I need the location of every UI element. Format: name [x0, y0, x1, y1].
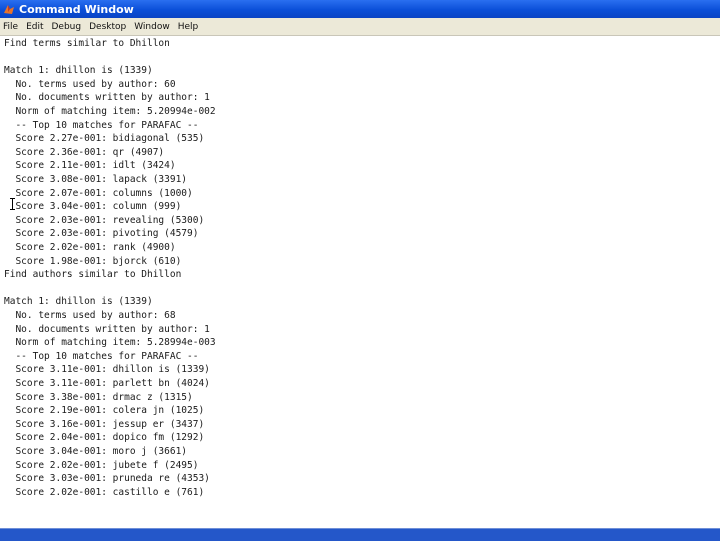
console-line: No. terms used by author: 60	[4, 78, 176, 90]
console-line: Score 2.27e-001: bidiagonal (535)	[4, 133, 205, 145]
console-line: Match 1: dhillon is (1339)	[4, 296, 153, 308]
console-line: No. terms used by author: 68	[4, 310, 176, 321]
console-line: Score 3.11e-001: dhillon is (1339)	[4, 364, 210, 376]
console-line: Score 2.36e-001: qr (4907)	[4, 146, 165, 158]
console-line: Score 2.19e-001: colera jn (1025)	[4, 405, 205, 417]
console-line: Norm of matching item: 5.20994e-002	[4, 106, 216, 117]
menu-debug[interactable]: Debug	[48, 22, 86, 32]
console-line: -- Top 10 matches for PARAFAC --	[4, 119, 199, 131]
menu-window[interactable]: Window	[130, 22, 174, 32]
console-line: Find terms similar to Dhillon	[4, 38, 170, 49]
menu-edit[interactable]: Edit	[22, 22, 47, 32]
console-line: -- Top 10 matches for PARAFAC --	[4, 350, 199, 362]
console-line: Score 2.02e-001: rank (4900)	[4, 242, 176, 253]
matlab-logo-icon	[4, 5, 14, 14]
console-line: No. documents written by author: 1	[4, 92, 210, 104]
window-title: Command Window	[19, 2, 134, 16]
menu-help[interactable]: Help	[174, 22, 203, 32]
menu-desktop[interactable]: Desktop	[85, 22, 130, 32]
console-line: Score 2.02e-001: jubete f (2495)	[4, 459, 199, 471]
console-line: Norm of matching item: 5.28994e-003	[4, 337, 216, 349]
console-line: No. documents written by author: 1	[4, 323, 210, 335]
console-line: Score 2.03e-001: revealing (5300)	[4, 214, 205, 226]
console-line: Find authors similar to Dhillon	[4, 269, 182, 281]
menu-file[interactable]: File	[0, 22, 22, 32]
command-window-output[interactable]: Find terms similar to Dhillon Match 1: dh…	[0, 36, 720, 528]
console-line: Score 1.98e-001: bjorck (610)	[4, 255, 182, 267]
console-line: Score 2.11e-001: idlt (3424)	[4, 160, 176, 172]
console-line: Score 3.04e-001: column (999)	[4, 201, 182, 213]
console-line: Score 3.04e-001: moro j (3661)	[4, 446, 188, 457]
console-line: Score 2.07e-001: columns (1000)	[4, 187, 193, 199]
console-line: Score 3.11e-001: parlett bn (4024)	[4, 378, 210, 389]
taskbar-strip	[0, 528, 720, 541]
console-line: Score 3.38e-001: drmac z (1315)	[4, 391, 193, 403]
console-line: Score 2.04e-001: dopico fm (1292)	[4, 432, 205, 444]
console-line: Score 2.03e-001: pivoting (4579)	[4, 228, 199, 240]
console-line: Score 2.02e-001: castillo e (761)	[4, 486, 205, 498]
console-line: Score 3.08e-001: lapack (3391)	[4, 174, 188, 185]
menu-bar: File Edit Debug Desktop Window Help	[0, 18, 720, 36]
console-line: Score 3.03e-001: pruneda re (4353)	[4, 473, 210, 485]
console-line: Match 1: dhillon is (1339)	[4, 65, 153, 77]
console-line: Score 3.16e-001: jessup er (3437)	[4, 418, 205, 430]
title-bar[interactable]: Command Window	[0, 0, 720, 18]
